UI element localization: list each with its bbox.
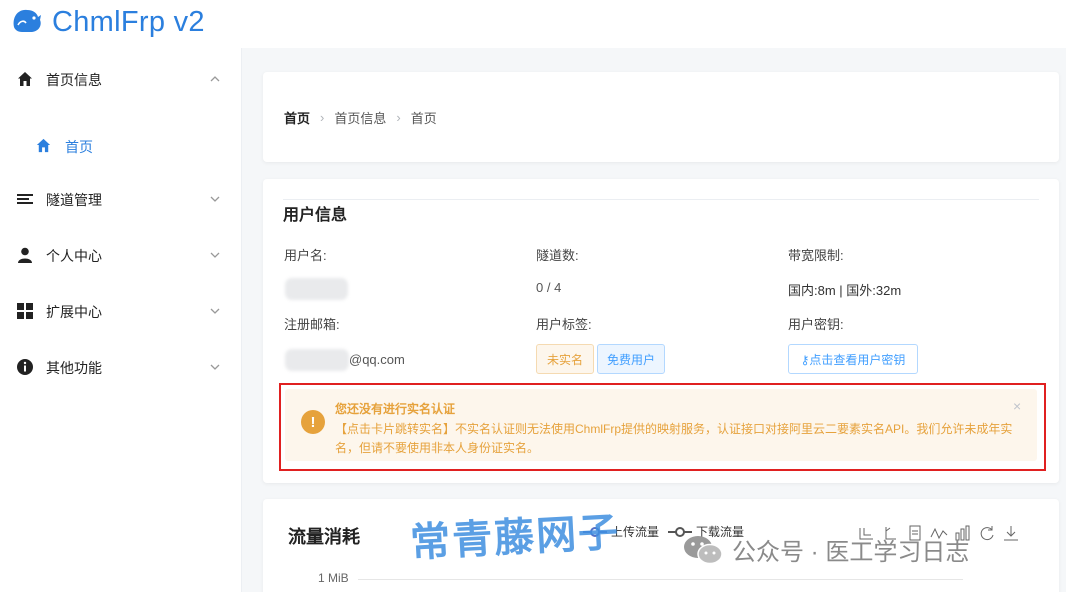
view-secret-button[interactable]: ⚷点击查看用户密钥	[788, 344, 918, 374]
bandwidth-value: 国内:8m | 国外:32m	[788, 283, 902, 298]
grid-line	[358, 579, 963, 580]
sidebar-item-other[interactable]: 其他功能	[0, 345, 241, 389]
chevron-up-icon[interactable]	[208, 72, 222, 86]
chevron-down-icon[interactable]	[208, 192, 222, 206]
sidebar: 首页信息 首页 隧道管理 个人中心 扩展中心 其他功能	[0, 48, 242, 592]
breadcrumb-item[interactable]: 首页	[284, 108, 310, 127]
home-icon	[18, 72, 32, 86]
download-icon[interactable]	[1002, 525, 1020, 541]
list-icon	[17, 194, 33, 204]
divider	[283, 199, 1039, 200]
breadcrumb-item[interactable]: 首页信息	[334, 108, 386, 127]
secret-label: 用户密钥:	[788, 317, 844, 332]
tunnels-label: 隧道数:	[536, 248, 579, 263]
breadcrumb: 首页 › 首页信息 › 首页	[284, 108, 437, 127]
refresh-icon[interactable]	[978, 525, 996, 541]
sidebar-item-home-info[interactable]: 首页信息	[0, 57, 241, 101]
tunnels-value: 0 / 4	[536, 280, 562, 295]
info-icon	[17, 359, 33, 375]
sidebar-item-label: 首页	[65, 139, 93, 155]
bandwidth-label: 带宽限制:	[788, 248, 844, 263]
username-label: 用户名:	[284, 248, 327, 263]
watermark: 常青藤网子	[409, 509, 622, 567]
sidebar-item-label: 其他功能	[46, 360, 102, 376]
app-title: ChmlFrp v2	[52, 6, 205, 38]
sidebar-item-label: 扩展中心	[46, 304, 102, 320]
app-header: ChmlFrp v2	[0, 0, 1066, 48]
chevron-right-icon: ›	[396, 110, 401, 125]
sidebar-item-extensions[interactable]: 扩展中心	[0, 289, 241, 333]
home-icon	[36, 138, 51, 153]
tag-free-user: 免费用户	[597, 344, 665, 374]
sidebar-item-tunnels[interactable]: 隧道管理	[0, 177, 241, 221]
chevron-down-icon[interactable]	[208, 360, 222, 374]
sidebar-item-label: 首页信息	[46, 72, 102, 88]
sidebar-item-home[interactable]: 首页	[0, 124, 241, 168]
tag-unverified: 未实名	[536, 344, 594, 374]
breadcrumb-card: 首页 › 首页信息 › 首页	[263, 72, 1059, 162]
y-axis-tick: 1 MiB	[318, 571, 349, 585]
breadcrumb-item: 首页	[410, 111, 437, 126]
username-value-redacted	[285, 278, 348, 300]
logo-icon[interactable]	[10, 5, 44, 37]
wechat-watermark: 公众号 · 医工学习日志	[682, 532, 969, 567]
chevron-down-icon[interactable]	[208, 304, 222, 318]
sidebar-item-label: 隧道管理	[46, 192, 102, 208]
email-value-redacted	[285, 349, 349, 371]
chevron-right-icon: ›	[320, 110, 325, 125]
chevron-down-icon[interactable]	[208, 248, 222, 262]
email-label: 注册邮箱:	[284, 317, 340, 332]
user-icon	[18, 247, 32, 263]
sidebar-item-label: 个人中心	[46, 248, 102, 264]
sidebar-item-personal[interactable]: 个人中心	[0, 233, 241, 277]
wechat-icon	[684, 535, 723, 564]
card-title: 用户信息	[283, 207, 348, 224]
email-suffix: @qq.com	[349, 352, 405, 367]
highlight-box	[279, 383, 1046, 471]
wechat-label: 公众号 · 医工学习日志	[732, 539, 970, 566]
card-title: 流量消耗	[288, 527, 360, 547]
tags-label: 用户标签:	[536, 317, 592, 332]
grid-icon	[17, 303, 33, 319]
